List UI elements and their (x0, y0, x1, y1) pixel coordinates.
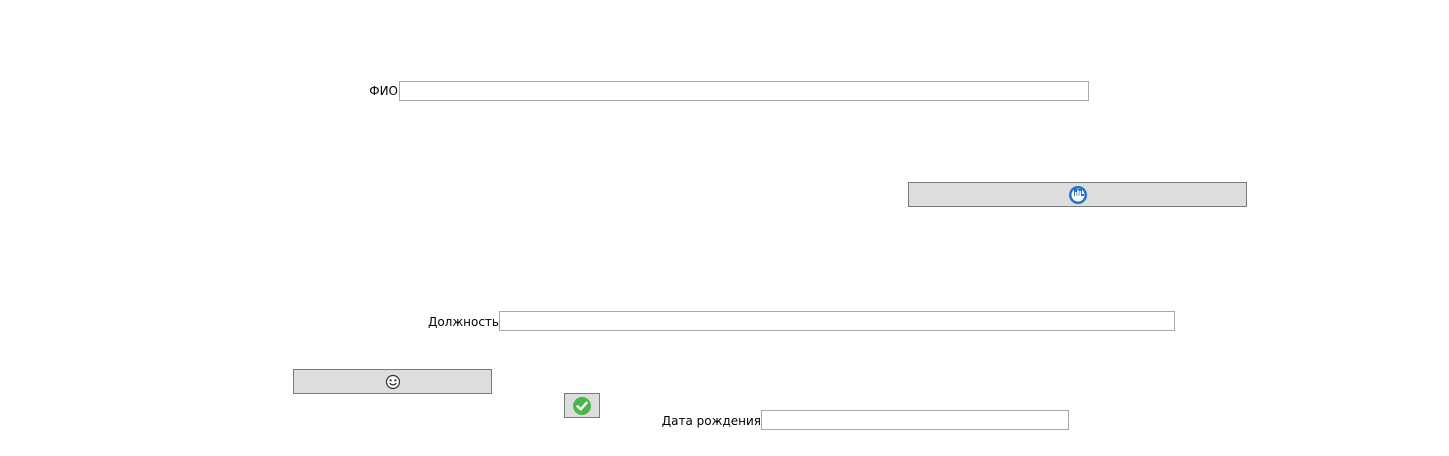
smiley-face-icon (385, 374, 401, 390)
position-label: Должность (427, 315, 499, 329)
upload-button[interactable] (908, 182, 1247, 207)
cloud-upload-icon (1068, 185, 1088, 205)
position-input[interactable] (499, 311, 1175, 331)
checkmark-icon (572, 396, 592, 416)
birthdate-label: Дата рождения (661, 414, 761, 428)
fio-label: ФИО (369, 84, 398, 98)
birthdate-input[interactable] (761, 410, 1069, 430)
confirm-button[interactable] (564, 393, 600, 418)
fio-input[interactable] (399, 81, 1089, 101)
face-button[interactable] (293, 369, 492, 394)
